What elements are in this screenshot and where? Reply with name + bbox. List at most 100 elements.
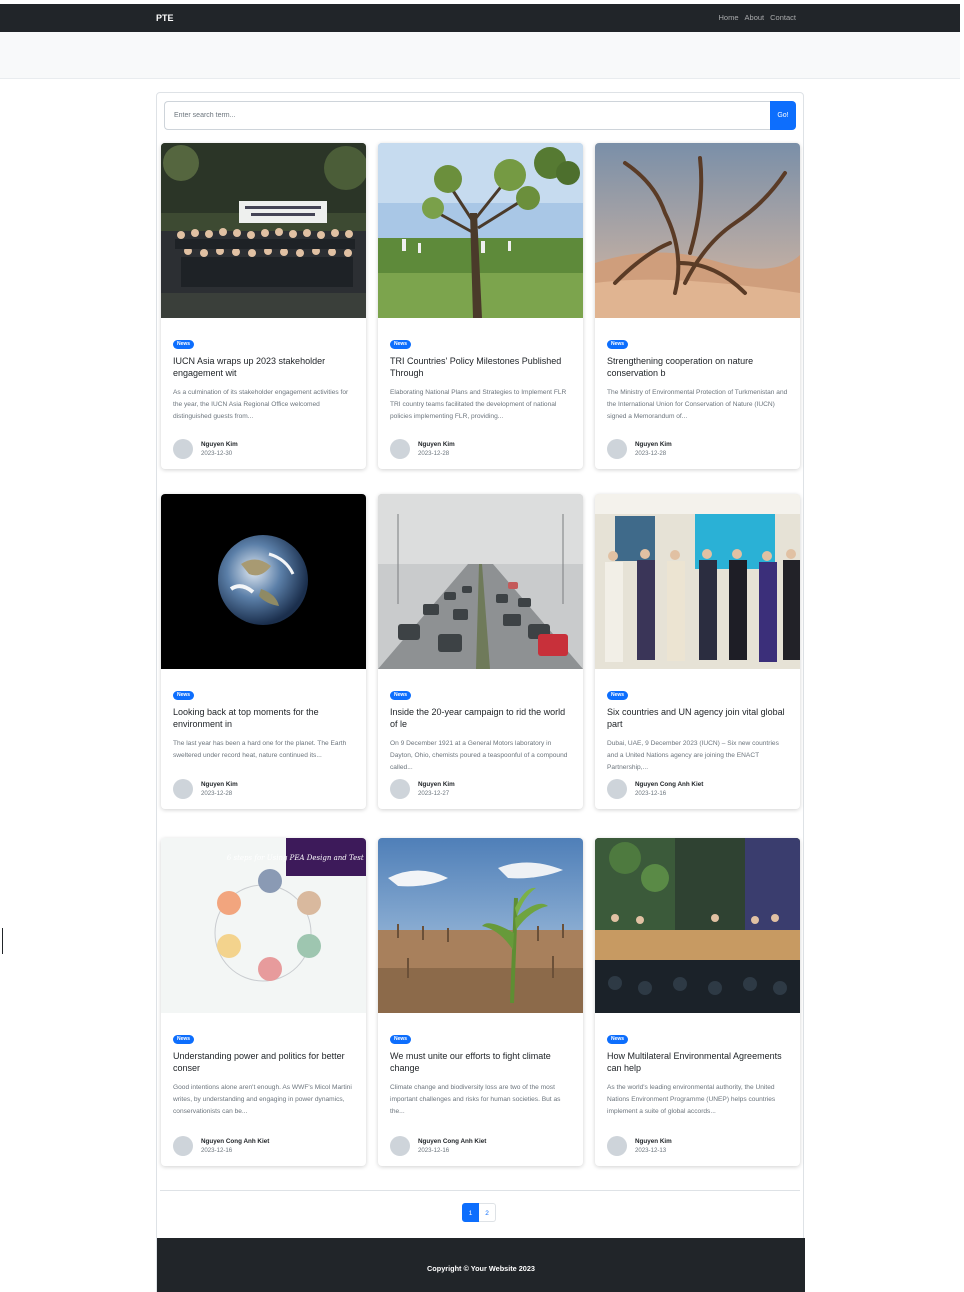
post-thumbnail-desert-tree[interactable] bbox=[595, 143, 800, 318]
post-excerpt: Dubai, UAE, 9 December 2023 (IUCN) – Six… bbox=[607, 740, 779, 771]
post-card[interactable]: News Looking back at top moments for the… bbox=[161, 494, 366, 809]
nav-links: Home About Contact bbox=[719, 13, 796, 22]
post-thumbnail-earth[interactable] bbox=[161, 494, 366, 669]
post-author: Nguyen Kim 2023-12-30 bbox=[173, 439, 238, 459]
category-badge[interactable]: News bbox=[607, 339, 629, 349]
category-badge[interactable]: News bbox=[173, 339, 195, 349]
divider bbox=[160, 1190, 800, 1191]
post-card[interactable]: News How Multilateral Environmental Agre… bbox=[595, 838, 800, 1166]
avatar bbox=[173, 779, 193, 799]
avatar bbox=[390, 779, 410, 799]
author-name: Nguyen Cong Anh Kiet bbox=[418, 1137, 487, 1145]
post-author: Nguyen Cong Anh Kiet 2023-12-16 bbox=[173, 1136, 269, 1156]
post-date: 2023-12-28 bbox=[418, 449, 450, 457]
post-author: Nguyen Cong Anh Kiet 2023-12-16 bbox=[390, 1136, 486, 1156]
post-date: 2023-12-16 bbox=[635, 789, 667, 797]
category-badge[interactable]: News bbox=[173, 1034, 195, 1044]
post-date: 2023-12-27 bbox=[418, 789, 450, 797]
avatar bbox=[173, 1136, 193, 1156]
page-2-button[interactable]: 2 bbox=[479, 1203, 496, 1222]
author-name: Nguyen Kim bbox=[635, 440, 672, 448]
avatar bbox=[607, 1136, 627, 1156]
search-bar: Go! bbox=[164, 101, 796, 130]
post-card[interactable]: News We must unite our efforts to fight … bbox=[378, 838, 583, 1166]
post-excerpt: Good intentions alone aren't enough. As … bbox=[173, 1084, 352, 1115]
nav-about-link[interactable]: About bbox=[745, 13, 765, 22]
footer: Copyright © Your Website 2023 bbox=[157, 1238, 805, 1292]
post-author: Nguyen Kim 2023-12-28 bbox=[607, 439, 672, 459]
avatar bbox=[173, 439, 193, 459]
post-thumbnail-savanna[interactable] bbox=[378, 143, 583, 318]
post-date: 2023-12-28 bbox=[201, 789, 233, 797]
page-1-button[interactable]: 1 bbox=[462, 1203, 479, 1222]
avatar bbox=[607, 779, 627, 799]
post-card[interactable]: News IUCN Asia wraps up 2023 stakeholder… bbox=[161, 143, 366, 469]
post-title[interactable]: Six countries and UN agency join vital g… bbox=[607, 706, 788, 730]
post-author: Nguyen Kim 2023-12-27 bbox=[390, 779, 455, 799]
post-excerpt: Elaborating National Plans and Strategie… bbox=[390, 389, 567, 420]
main-container: Go! bbox=[156, 92, 805, 1292]
avatar bbox=[390, 439, 410, 459]
post-excerpt: The Ministry of Environmental Protection… bbox=[607, 389, 788, 420]
post-excerpt: As a culmination of its stakeholder enga… bbox=[173, 389, 349, 420]
post-excerpt: Climate change and biodiversity loss are… bbox=[390, 1084, 561, 1115]
post-date: 2023-12-13 bbox=[635, 1146, 667, 1154]
post-title[interactable]: Looking back at top moments for the envi… bbox=[173, 706, 354, 730]
post-card[interactable]: 6 steps for Using PEA Design and Test Th… bbox=[161, 838, 366, 1166]
nav-contact-link[interactable]: Contact bbox=[770, 13, 796, 22]
post-card[interactable]: News Inside the 20-year campaign to rid … bbox=[378, 494, 583, 809]
post-title[interactable]: IUCN Asia wraps up 2023 stakeholder enga… bbox=[173, 355, 354, 379]
post-date: 2023-12-16 bbox=[418, 1146, 450, 1154]
brand-logo[interactable]: PTE bbox=[156, 13, 174, 23]
author-name: Nguyen Kim bbox=[418, 440, 455, 448]
navbar: PTE Home About Contact bbox=[0, 4, 960, 32]
author-name: Nguyen Kim bbox=[418, 780, 455, 788]
copyright-text: Copyright © Your Website 2023 bbox=[427, 1264, 535, 1273]
category-badge[interactable]: News bbox=[607, 1034, 629, 1044]
post-thumbnail-conference-group[interactable] bbox=[595, 494, 800, 669]
avatar bbox=[607, 439, 627, 459]
post-card[interactable]: News Strengthening cooperation on nature… bbox=[595, 143, 800, 469]
text-cursor bbox=[2, 928, 3, 954]
search-go-button[interactable]: Go! bbox=[770, 101, 796, 130]
post-title[interactable]: We must unite our efforts to fight clima… bbox=[390, 1050, 571, 1074]
post-thumbnail-corn-field[interactable] bbox=[378, 838, 583, 1013]
post-excerpt: As the world's leading environmental aut… bbox=[607, 1084, 776, 1115]
post-excerpt: On 9 December 1921 at a General Motors l… bbox=[390, 740, 568, 771]
post-thumbnail-pea-diagram[interactable]: 6 steps for Using PEA Design and Test Th… bbox=[161, 838, 366, 1013]
author-name: Nguyen Cong Anh Kiet bbox=[635, 780, 704, 788]
post-title[interactable]: Strengthening cooperation on nature cons… bbox=[607, 355, 788, 379]
nav-home-link[interactable]: Home bbox=[719, 13, 739, 22]
post-author: Nguyen Kim 2023-12-28 bbox=[173, 779, 238, 799]
post-date: 2023-12-16 bbox=[201, 1146, 233, 1154]
category-badge[interactable]: News bbox=[173, 690, 195, 700]
avatar bbox=[390, 1136, 410, 1156]
pagination: 1 2 bbox=[462, 1203, 496, 1222]
diagram-heading: 6 steps for Using PEA Design and Test Th… bbox=[227, 854, 366, 862]
post-thumbnail-assembly-hall[interactable] bbox=[595, 838, 800, 1013]
author-name: Nguyen Kim bbox=[201, 780, 238, 788]
post-card[interactable]: News TRI Countries' Policy Milestones Pu… bbox=[378, 143, 583, 469]
post-excerpt: The last year has been a hard one for th… bbox=[173, 740, 347, 759]
category-badge[interactable]: News bbox=[607, 690, 629, 700]
page-header bbox=[0, 32, 960, 79]
author-name: Nguyen Kim bbox=[201, 440, 238, 448]
category-badge[interactable]: News bbox=[390, 1034, 412, 1044]
post-title[interactable]: Inside the 20-year campaign to rid the w… bbox=[390, 706, 571, 730]
post-title[interactable]: How Multilateral Environmental Agreement… bbox=[607, 1050, 788, 1074]
post-title[interactable]: TRI Countries' Policy Milestones Publish… bbox=[390, 355, 571, 379]
search-input[interactable] bbox=[164, 101, 770, 130]
post-thumbnail-smog-highway[interactable] bbox=[378, 494, 583, 669]
post-card[interactable]: News Six countries and UN agency join vi… bbox=[595, 494, 800, 809]
post-author: Nguyen Kim 2023-12-28 bbox=[390, 439, 455, 459]
author-name: Nguyen Cong Anh Kiet bbox=[201, 1137, 270, 1145]
category-badge[interactable]: News bbox=[390, 339, 412, 349]
post-author: Nguyen Kim 2023-12-13 bbox=[607, 1136, 672, 1156]
post-title[interactable]: Understanding power and politics for bet… bbox=[173, 1050, 354, 1074]
post-date: 2023-12-28 bbox=[635, 449, 667, 457]
author-name: Nguyen Kim bbox=[635, 1137, 672, 1145]
post-thumbnail-group-photo[interactable] bbox=[161, 143, 366, 318]
post-date: 2023-12-30 bbox=[201, 449, 233, 457]
post-author: Nguyen Cong Anh Kiet 2023-12-16 bbox=[607, 779, 703, 799]
category-badge[interactable]: News bbox=[390, 690, 412, 700]
